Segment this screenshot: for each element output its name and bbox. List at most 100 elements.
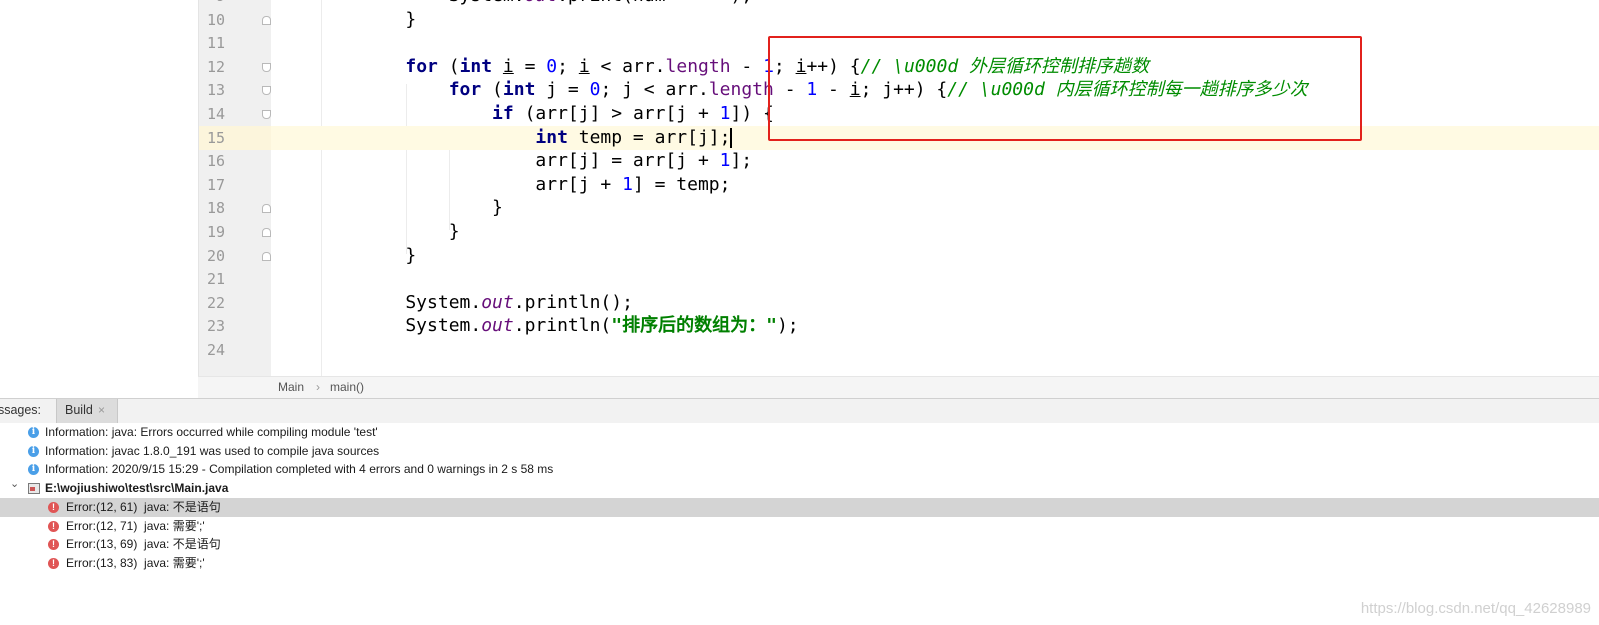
info-icon: i bbox=[28, 445, 39, 457]
info-message-row[interactable]: i Information: 2020/9/15 15:29 - Compilat… bbox=[0, 460, 1599, 479]
error-icon: ! bbox=[48, 520, 59, 532]
code-line-text: } bbox=[362, 196, 503, 220]
code-token: out bbox=[481, 315, 514, 337]
messages-toolbar: essages: Build × bbox=[0, 398, 1599, 424]
messages-label: essages: bbox=[0, 403, 42, 417]
line-number: 24 bbox=[206, 341, 225, 359]
message-text: Information: 2020/9/15 15:29 - Compilati… bbox=[45, 462, 554, 477]
code-token: for bbox=[448, 79, 482, 101]
info-icon: i bbox=[28, 464, 39, 476]
text-caret bbox=[730, 127, 733, 148]
error-icon: ! bbox=[48, 557, 59, 569]
code-token: length bbox=[665, 55, 731, 77]
message-text: Error:(13, 83) java: 需要';' bbox=[66, 555, 205, 570]
error-message-row[interactable]: ! Error:(13, 69) java: 不是语句 bbox=[0, 535, 1599, 554]
code-line[interactable]: System.out.println(); bbox=[271, 291, 1599, 315]
code-token: .print(num + bbox=[557, 0, 698, 6]
code-line-text: } bbox=[362, 220, 460, 244]
fold-marker-icon[interactable] bbox=[262, 110, 271, 119]
code-token: int bbox=[535, 126, 568, 148]
fold-marker-icon[interactable] bbox=[262, 86, 271, 96]
java-file-icon bbox=[28, 483, 40, 495]
fold-marker-icon[interactable] bbox=[262, 204, 271, 214]
code-token: length bbox=[708, 79, 774, 101]
code-token: ( bbox=[437, 55, 460, 77]
code-line[interactable]: arr[j + 1] = temp; bbox=[271, 173, 1599, 197]
error-message-row[interactable]: ! Error:(12, 61) java: 不是语句 bbox=[0, 497, 1599, 517]
code-token: } bbox=[362, 244, 417, 266]
code-token: ; bbox=[557, 55, 579, 77]
code-token: ] = temp; bbox=[632, 173, 731, 195]
line-number: 23 bbox=[206, 317, 225, 336]
code-line[interactable]: } bbox=[271, 244, 1599, 268]
code-token: .println(); bbox=[513, 291, 633, 313]
code-token: ); bbox=[730, 0, 752, 6]
code-token: } bbox=[362, 197, 503, 219]
code-token: System. bbox=[362, 315, 482, 337]
code-token: i bbox=[502, 55, 514, 77]
info-icon: i bbox=[28, 427, 39, 438]
code-line[interactable]: } bbox=[271, 220, 1599, 244]
breadcrumb-method[interactable]: main() bbox=[330, 380, 364, 394]
line-number: 16 bbox=[206, 152, 225, 171]
line-number-gutter[interactable]: 9101112131415161718192021222324 bbox=[198, 0, 271, 376]
close-icon[interactable]: × bbox=[98, 403, 105, 417]
code-line-text: arr[j + 1] = temp; bbox=[362, 173, 730, 197]
error-icon: ! bbox=[48, 501, 59, 513]
line-number: 20 bbox=[206, 246, 225, 265]
line-number: 14 bbox=[206, 105, 225, 123]
tab-build[interactable]: Build × bbox=[56, 399, 118, 423]
code-token: int bbox=[459, 55, 493, 77]
code-token: ( bbox=[481, 79, 503, 101]
fold-marker-icon[interactable] bbox=[262, 62, 271, 72]
code-token: < arr. bbox=[589, 55, 666, 77]
code-line[interactable]: System.out.println("排序后的数组为："); bbox=[271, 314, 1599, 338]
code-token: 1 bbox=[622, 173, 633, 195]
code-token: j = bbox=[535, 79, 590, 101]
code-line[interactable]: arr[j] = arr[j + 1]; bbox=[271, 149, 1599, 173]
code-token: - bbox=[730, 55, 764, 77]
message-text: Information: javac 1.8.0_191 was used to… bbox=[45, 443, 380, 458]
fold-marker-icon[interactable] bbox=[262, 251, 271, 261]
code-line[interactable] bbox=[271, 338, 1599, 362]
line-number: 13 bbox=[206, 81, 225, 100]
file-node[interactable]: ⌄ E:\wojiushiwo\test\src\Main.java bbox=[0, 478, 1599, 498]
code-token: 1 bbox=[719, 150, 731, 172]
code-token: System. bbox=[362, 291, 482, 313]
line-number: 22 bbox=[206, 293, 225, 312]
code-token: ]; bbox=[730, 150, 753, 172]
fold-marker-icon[interactable] bbox=[262, 15, 271, 25]
breadcrumb-class[interactable]: Main bbox=[278, 380, 304, 394]
code-token: if bbox=[492, 103, 514, 124]
info-message-row[interactable]: i Information: javac 1.8.0_191 was used t… bbox=[0, 442, 1599, 461]
code-line[interactable]: } bbox=[271, 196, 1599, 220]
code-token: (arr[j] > arr[j + bbox=[513, 103, 720, 124]
code-line[interactable] bbox=[271, 267, 1599, 291]
fold-marker-icon[interactable] bbox=[262, 228, 271, 237]
code-token: out bbox=[481, 291, 514, 313]
chevron-down-icon[interactable]: ⌄ bbox=[10, 475, 19, 494]
watermark: https://blog.csdn.net/qq_42628989 bbox=[1360, 600, 1591, 617]
code-token: i bbox=[578, 55, 590, 77]
code-token: 0 bbox=[546, 55, 558, 77]
code-line-text: if (arr[j] > arr[j + 1]) { bbox=[362, 102, 774, 126]
error-message-row[interactable]: ! Error:(13, 83) java: 需要';' bbox=[0, 554, 1599, 573]
code-token: out bbox=[525, 0, 558, 6]
message-text: E:\wojiushiwo\test\src\Main.java bbox=[45, 481, 229, 496]
code-token: = bbox=[513, 55, 547, 77]
info-message-row[interactable]: i Information: java: Errors occurred whil… bbox=[0, 423, 1599, 442]
error-message-row[interactable]: ! Error:(12, 71) java: 需要';' bbox=[0, 517, 1599, 536]
code-token: } bbox=[362, 221, 460, 242]
code-token: ); bbox=[776, 315, 799, 337]
code-token: temp = arr[j]; bbox=[567, 126, 731, 148]
code-token: 0 bbox=[589, 79, 601, 101]
code-line-text: System.out.println("排序后的数组为："); bbox=[362, 314, 799, 338]
code-line-text: System.out.println(); bbox=[362, 291, 633, 315]
code-token: } bbox=[362, 8, 417, 30]
code-line[interactable]: } bbox=[271, 8, 1599, 32]
